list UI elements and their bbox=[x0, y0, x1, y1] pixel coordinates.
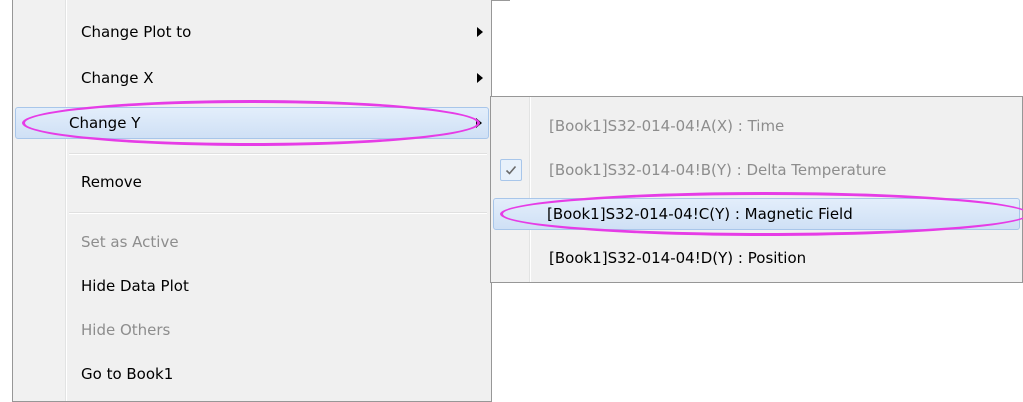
menu-item-set-as-active: Set as Active bbox=[15, 227, 489, 257]
menu-item-hide-data-plot[interactable]: Hide Data Plot bbox=[15, 271, 489, 301]
menu-item-remove[interactable]: Remove bbox=[15, 167, 489, 197]
context-menu: Change Plot to Change X Change Y Remove … bbox=[12, 0, 492, 402]
submenu-item-label: [Book1]S32-014-04!B(Y) : Delta Temperatu… bbox=[549, 161, 887, 179]
menu-item-label: Change X bbox=[81, 69, 154, 87]
menu-item-change-y[interactable]: Change Y bbox=[15, 107, 489, 139]
menu-item-label: Go to Book1 bbox=[81, 365, 174, 383]
submenu-item-label: [Book1]S32-014-04!A(X) : Time bbox=[549, 117, 785, 135]
menu-item-label: Change Y bbox=[69, 114, 141, 132]
submenu-arrow-icon bbox=[477, 27, 483, 37]
submenu-arrow-icon bbox=[476, 118, 482, 128]
menu-item-label: Remove bbox=[81, 173, 142, 191]
submenu-arrow-icon bbox=[477, 73, 483, 83]
menu-item-label: Set as Active bbox=[81, 233, 179, 251]
submenu-item-column-b: [Book1]S32-014-04!B(Y) : Delta Temperatu… bbox=[493, 155, 1020, 185]
menu-item-go-to-book1[interactable]: Go to Book1 bbox=[15, 359, 489, 389]
checkmark-icon bbox=[505, 165, 517, 175]
submenu-item-column-c[interactable]: [Book1]S32-014-04!C(Y) : Magnetic Field bbox=[493, 198, 1020, 230]
submenu-item-column-d[interactable]: [Book1]S32-014-04!D(Y) : Position bbox=[493, 243, 1020, 273]
submenu-item-label: [Book1]S32-014-04!D(Y) : Position bbox=[549, 249, 807, 267]
menu-item-label: Change Plot to bbox=[81, 23, 192, 41]
checkmark-box bbox=[500, 159, 522, 181]
menu-separator bbox=[69, 153, 487, 155]
menu-separator bbox=[69, 212, 487, 214]
menu-item-change-x[interactable]: Change X bbox=[15, 63, 489, 93]
menu-item-change-plot-to[interactable]: Change Plot to bbox=[15, 17, 489, 47]
change-y-submenu: [Book1]S32-014-04!A(X) : Time [Book1]S32… bbox=[490, 96, 1023, 283]
submenu-item-column-a: [Book1]S32-014-04!A(X) : Time bbox=[493, 111, 1020, 141]
menu-item-label: Hide Others bbox=[81, 321, 171, 339]
menu-item-label: Hide Data Plot bbox=[81, 277, 189, 295]
menu-item-hide-others: Hide Others bbox=[15, 315, 489, 345]
submenu-item-label: [Book1]S32-014-04!C(Y) : Magnetic Field bbox=[547, 205, 853, 223]
